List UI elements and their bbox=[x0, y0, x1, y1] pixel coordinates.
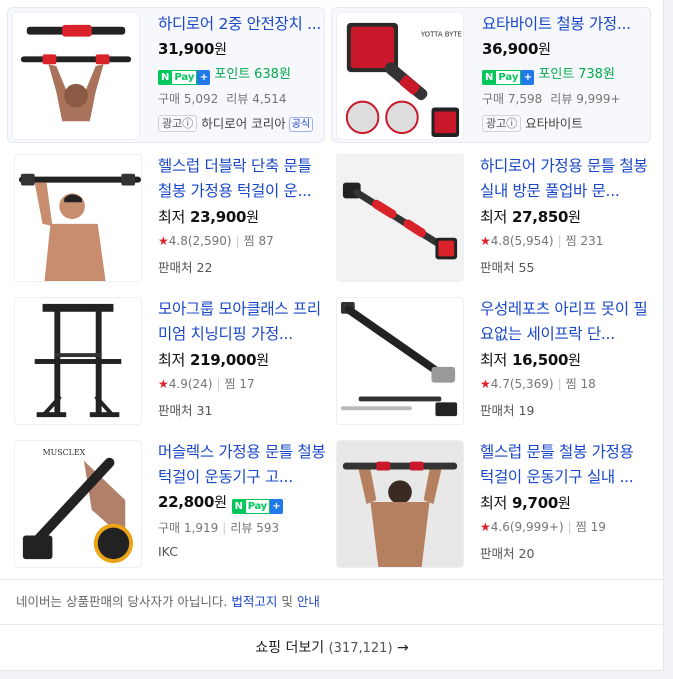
seller-info: 광고ⓘ 하디로어 코리아 공식 bbox=[158, 113, 323, 132]
npay-points: N Pay + 포인트 638원 bbox=[158, 63, 323, 85]
product-title[interactable]: 머슬렉스 가정용 문틀 철봉 턱걸이 운동기구 고... bbox=[158, 440, 328, 490]
product-thumbnail[interactable]: YOTTA BYTE bbox=[336, 12, 464, 140]
product-title[interactable]: 헬스럽 문틀 철봉 가정용 턱걸이 운동기구 실내 ... bbox=[480, 440, 650, 490]
product-title[interactable]: 모아그룹 모아클래스 프리미엄 치닝디핑 가정... bbox=[158, 297, 328, 347]
more-label: 쇼핑 더보기 bbox=[255, 640, 325, 656]
product-price: 최저 9,700원 bbox=[480, 494, 571, 512]
product-thumbnail[interactable] bbox=[336, 297, 464, 425]
product-card[interactable]: 우성레포츠 아리프 못이 필요없는 세이프락 단... 최저 16,500원 ★4… bbox=[336, 297, 654, 427]
product-title[interactable]: 우성레포츠 아리프 못이 필요없는 세이프락 단... bbox=[480, 297, 650, 347]
seller-info: 광고ⓘ 요타바이트 bbox=[482, 113, 647, 132]
product-thumbnail[interactable] bbox=[336, 154, 464, 282]
npay-plus-badge: N Pay + bbox=[482, 70, 535, 85]
rating-stats: ★4.6(9,999+) | 찜 19 bbox=[480, 520, 606, 534]
product-price: 최저 219,000원 bbox=[158, 351, 269, 369]
seller-count: 판매처 20 bbox=[480, 546, 535, 561]
musclex-pullup-bar-image: MUSCLEX bbox=[15, 441, 141, 567]
pullup-bar-red-end-image: YOTTA BYTE bbox=[337, 13, 463, 139]
divider bbox=[0, 579, 664, 580]
seller-count: 판매처 19 bbox=[480, 403, 535, 418]
product-title[interactable]: 하디로어 2중 안전장치 ... bbox=[158, 12, 323, 37]
product-card[interactable]: 하디로어 가정용 문틀 철봉 실내 방문 풀업바 문... 최저 27,850원 … bbox=[336, 154, 654, 284]
musclex-logo: MUSCLEX bbox=[43, 448, 86, 457]
star-icon: ★ bbox=[480, 377, 491, 391]
seller-name[interactable]: 요타바이트 bbox=[525, 116, 583, 131]
seller-name[interactable]: IKC bbox=[158, 544, 328, 559]
chin-up-tower-image bbox=[15, 298, 141, 424]
product-thumbnail[interactable] bbox=[12, 12, 140, 140]
seller-count: 판매처 55 bbox=[480, 260, 535, 275]
rating-stats: ★4.7(5,369) | 찜 18 bbox=[480, 377, 596, 391]
product-title[interactable]: 하디로어 가정용 문틀 철봉 실내 방문 풀업바 문... bbox=[480, 154, 650, 204]
pullup-bar-black-image bbox=[337, 298, 463, 424]
legal-notice-link[interactable]: 법적고지 bbox=[231, 594, 277, 609]
product-price: 최저 23,900원 bbox=[158, 208, 259, 226]
purchase-review-stats: 구매 5,092 리뷰 4,514 bbox=[158, 92, 287, 106]
product-price: 최저 27,850원 bbox=[480, 208, 581, 226]
pullup-bar-man-image bbox=[15, 155, 141, 281]
product-card[interactable]: 헬스럽 문틀 철봉 가정용 턱걸이 운동기구 실내 ... 최저 9,700원 ★… bbox=[336, 440, 654, 570]
npay-plus-badge: N Pay + bbox=[231, 499, 283, 514]
product-price: 31,900원 bbox=[158, 40, 227, 58]
rating-stats: ★4.8(2,590) | 찜 87 bbox=[158, 234, 274, 248]
product-thumbnail[interactable] bbox=[14, 154, 142, 282]
ad-product-card[interactable]: 하디로어 2중 안전장치 ... 31,900원 N Pay + 포인트 638원 구… bbox=[7, 7, 325, 143]
product-price: 22,800원 N Pay + bbox=[158, 492, 328, 514]
arrow-right-icon: → bbox=[396, 640, 409, 656]
npay-plus-badge: N Pay + bbox=[158, 70, 211, 85]
seller-name[interactable]: 하디로어 코리아 bbox=[201, 116, 285, 131]
purchase-review-stats: 구매 7,598 리뷰 9,999+ bbox=[482, 92, 621, 106]
star-icon: ★ bbox=[158, 234, 169, 248]
ad-badge[interactable]: 광고ⓘ bbox=[482, 115, 522, 132]
pullup-bar-man-image bbox=[13, 13, 139, 139]
seller-count: 판매처 31 bbox=[158, 403, 213, 418]
guide-link[interactable]: 안내 bbox=[297, 594, 320, 609]
pullup-bar-diagonal-image bbox=[337, 155, 463, 281]
product-thumbnail[interactable] bbox=[14, 297, 142, 425]
rating-stats: ★4.8(5,954) | 찜 231 bbox=[480, 234, 604, 248]
shopping-results-panel: 하디로어 2중 안전장치 ... 31,900원 N Pay + 포인트 638원 구… bbox=[0, 0, 664, 671]
shopping-more-button[interactable]: 쇼핑 더보기 (317,121) → bbox=[0, 625, 664, 671]
ad-product-card[interactable]: YOTTA BYTE 요타바이트 철봉 가정... 36,900원 N Pay + 포… bbox=[331, 7, 651, 143]
disclaimer: 네이버는 상품판매의 당사자가 아닙니다. 법적고지 및 안내 bbox=[16, 594, 320, 609]
product-card[interactable]: MUSCLEX 머슬렉스 가정용 문틀 철봉 턱걸이 운동기구 고... 22,… bbox=[14, 440, 326, 570]
star-icon: ★ bbox=[158, 377, 169, 391]
ad-badge[interactable]: 광고ⓘ bbox=[158, 115, 198, 132]
official-badge: 공식 bbox=[288, 117, 314, 132]
rating-stats: ★4.9(24) | 찜 17 bbox=[158, 377, 255, 391]
product-title[interactable]: 요타바이트 철봉 가정... bbox=[482, 12, 647, 37]
pullup-bar-back-man-image bbox=[337, 441, 463, 567]
yottabyte-logo: YOTTA BYTE bbox=[420, 31, 462, 39]
npay-points: N Pay + 포인트 738원 bbox=[482, 63, 647, 85]
star-icon: ★ bbox=[480, 520, 491, 534]
product-card[interactable]: 모아그룹 모아클래스 프리미엄 치닝디핑 가정... 최저 219,000원 ★4… bbox=[14, 297, 324, 427]
more-count: (317,121) bbox=[328, 641, 393, 656]
product-price: 최저 16,500원 bbox=[480, 351, 581, 369]
product-title[interactable]: 헬스럽 더블락 단축 문틀 철봉 가정용 턱걸이 운... bbox=[158, 154, 328, 204]
seller-count: 판매처 22 bbox=[158, 260, 213, 275]
product-thumbnail[interactable] bbox=[336, 440, 464, 568]
product-price: 36,900원 bbox=[482, 40, 551, 58]
purchase-review-stats: 구매 1,919 | 리뷰 593 bbox=[158, 521, 280, 535]
star-icon: ★ bbox=[480, 234, 491, 248]
product-thumbnail[interactable]: MUSCLEX bbox=[14, 440, 142, 568]
product-card[interactable]: 헬스럽 더블락 단축 문틀 철봉 가정용 턱걸이 운... 최저 23,900원 … bbox=[14, 154, 324, 284]
